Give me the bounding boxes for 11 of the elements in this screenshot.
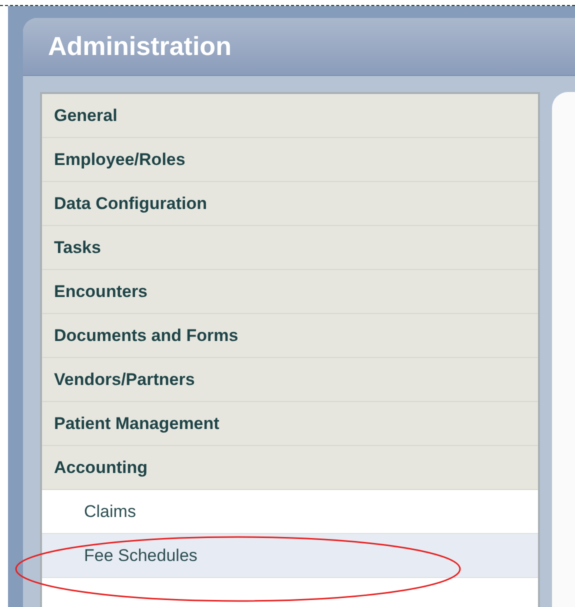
panel-title: Administration bbox=[48, 31, 232, 62]
menu-section[interactable]: Accounting bbox=[42, 446, 538, 490]
menu-section[interactable]: Encounters bbox=[42, 270, 538, 314]
menu-section[interactable]: Data Configuration bbox=[42, 182, 538, 226]
menu-section[interactable]: Patient Management bbox=[42, 402, 538, 446]
menu-item[interactable]: Fee Schedules bbox=[42, 534, 538, 578]
menu-section[interactable]: Documents and Forms bbox=[42, 314, 538, 358]
menu-section[interactable]: Employee/Roles bbox=[42, 138, 538, 182]
menu-section[interactable]: Tasks bbox=[42, 226, 538, 270]
menu-section[interactable]: General bbox=[42, 94, 538, 138]
menu-section[interactable]: Vendors/Partners bbox=[42, 358, 538, 402]
